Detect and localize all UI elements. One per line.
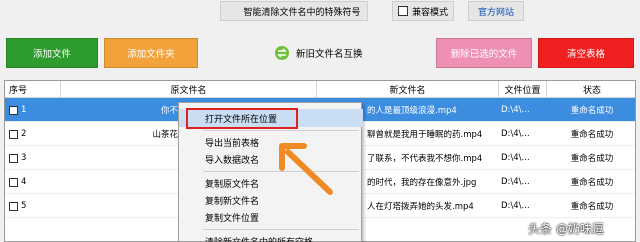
menu-copy-location[interactable]: 复制文件位置 [179, 208, 363, 226]
add-folder-label: 添加文件夹 [127, 49, 175, 60]
row-number: 1 [21, 105, 27, 115]
row-number: 5 [21, 201, 27, 211]
orange-arrow-icon [279, 143, 333, 195]
compat-checkbox-box[interactable] [397, 6, 408, 16]
row-number: 3 [21, 153, 27, 163]
row-number: 4 [21, 177, 27, 187]
clear-table-label: 清空表格 [566, 49, 605, 60]
compat-label: 兼容模式 [411, 7, 448, 18]
menu-separator [203, 229, 359, 230]
new-name-cell: 的时代，我的存在像意外.jpg [367, 178, 477, 188]
header-no[interactable]: 序号 [5, 81, 61, 98]
official-site-label: 官方网站 [477, 7, 514, 18]
row-checkbox[interactable] [9, 129, 18, 139]
row-checkbox[interactable] [9, 105, 18, 115]
add-file-label: 添加文件 [32, 49, 71, 60]
new-name-cell: 的人是最顶级浪漫.mp4 [367, 106, 457, 116]
new-name-cell: 了联系，不代表我不想你.mp4 [367, 154, 483, 164]
header-new-name[interactable]: 新文件名 [317, 81, 499, 98]
status-cell: 重命名成功 [570, 202, 614, 212]
action-bar: 添加文件 添加文件夹 新旧文件名互换 删除已选的文件 清空表格 [0, 38, 640, 68]
new-name-cell: 人在灯塔拨弄她的头发.mp4 [367, 202, 474, 212]
highlight-box [186, 108, 298, 129]
app-title: 智能清除文件名中的特殊符号 [243, 7, 361, 18]
delete-selected-button[interactable]: 删除已选的文件 [436, 38, 532, 68]
status-cell: 重命名成功 [570, 106, 614, 116]
row-number: 2 [21, 129, 27, 139]
clear-table-button[interactable]: 清空表格 [538, 38, 634, 68]
header-original-name[interactable]: 原文件名 [61, 81, 317, 98]
status-cell: 重命名成功 [570, 130, 614, 140]
swap-icon [275, 46, 289, 60]
swap-names-label: 新旧文件名互换 [296, 49, 363, 60]
add-folder-button[interactable]: 添加文件夹 [104, 38, 198, 68]
row-checkbox[interactable] [9, 201, 18, 211]
location-cell: D:\4\... [501, 177, 530, 187]
official-site-button[interactable]: 官方网站 [468, 1, 524, 21]
row-checkbox[interactable] [9, 153, 18, 163]
status-cell: 重命名成功 [570, 178, 614, 188]
app-title-button[interactable]: 智能清除文件名中的特殊符号 [220, 1, 368, 21]
location-cell: D:\4\... [501, 153, 530, 163]
header-location[interactable]: 文件位置 [499, 81, 547, 98]
header-status[interactable]: 状态 [547, 81, 635, 98]
table-header: 序号 原文件名 新文件名 文件位置 状态 [5, 81, 635, 98]
menu-separator [203, 130, 359, 131]
location-cell: D:\4\... [501, 129, 530, 139]
row-checkbox[interactable] [9, 177, 18, 187]
delete-selected-label: 删除已选的文件 [450, 49, 518, 60]
watermark: 头条 @奶味逗 [528, 222, 604, 236]
menu-clear-spaces[interactable]: 清除新文件名中的所有空格 [179, 232, 363, 242]
top-toolbar: 智能清除文件名中的特殊符号 兼容模式 官方网站 [0, 0, 640, 30]
new-name-cell: 聊曾就是我用于睡眠的药.mp4 [367, 130, 483, 140]
add-file-button[interactable]: 添加文件 [6, 38, 98, 68]
location-cell: D:\4\... [501, 105, 530, 115]
status-cell: 重命名成功 [570, 154, 614, 164]
location-cell: D:\4\... [501, 201, 530, 211]
swap-names-button[interactable]: 新旧文件名互换 [268, 38, 372, 68]
compat-mode-checkbox[interactable]: 兼容模式 [392, 1, 454, 21]
